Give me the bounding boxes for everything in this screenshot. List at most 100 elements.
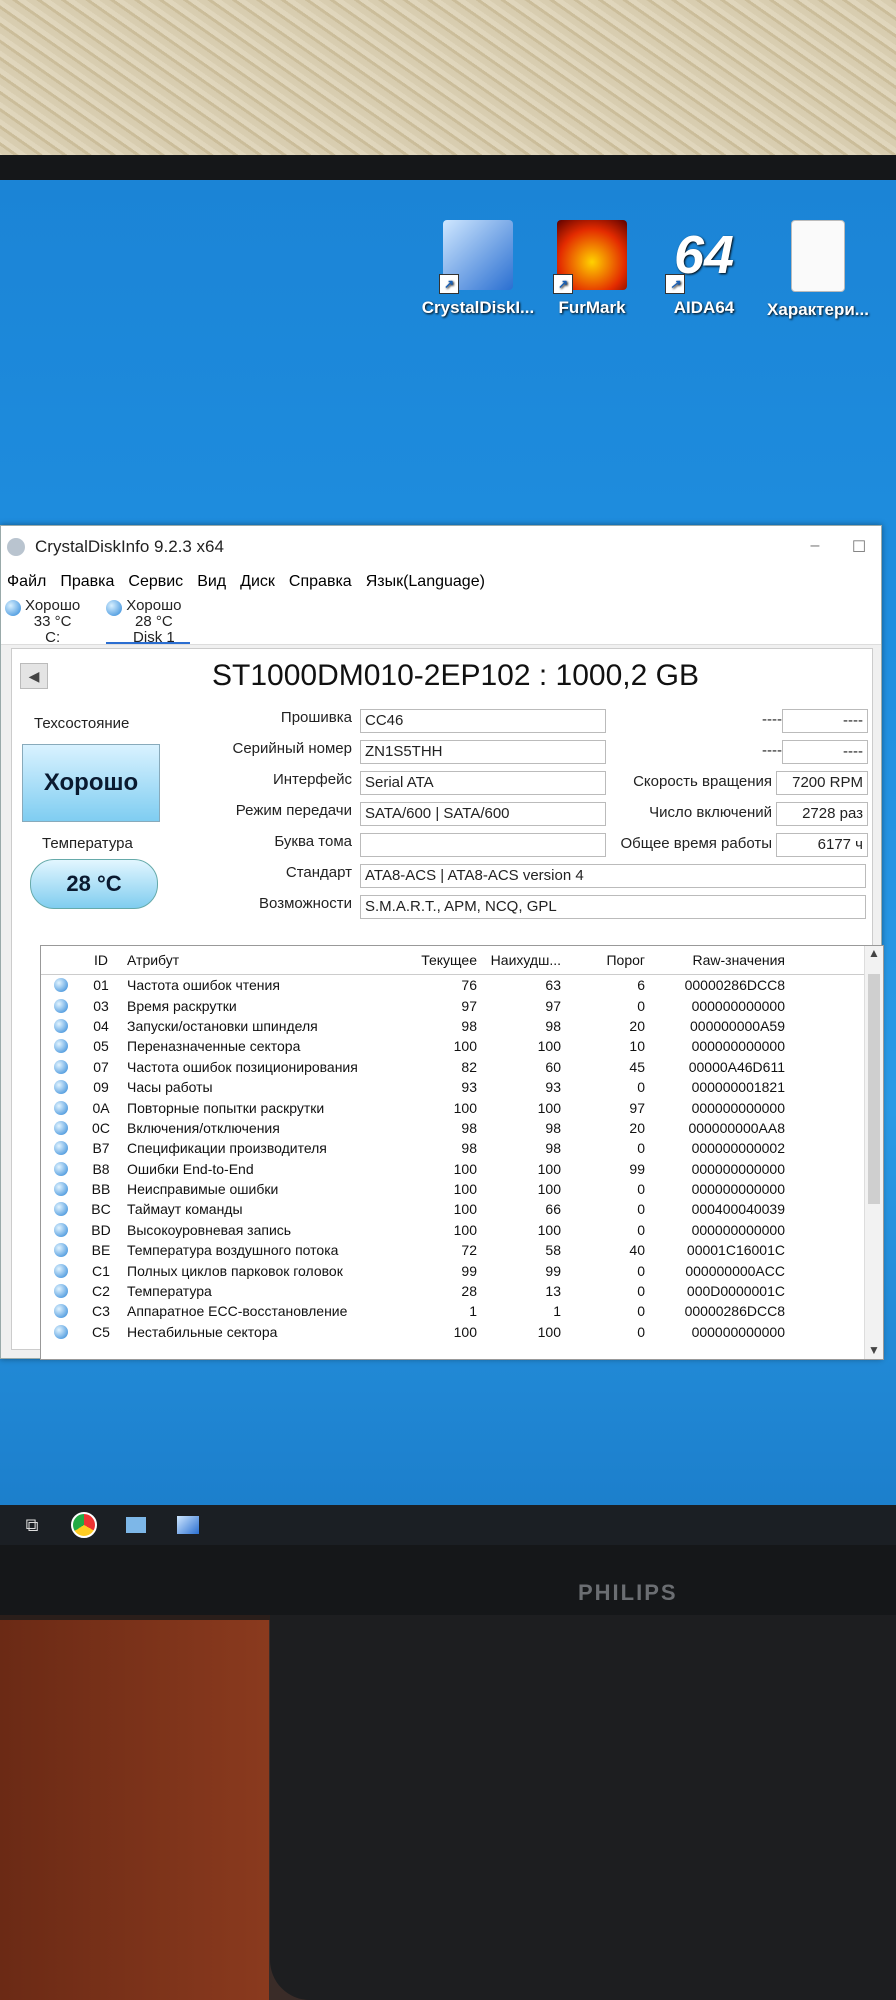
- table-row[interactable]: 03 Время раскрутки 97 97 0 000000000000: [41, 995, 883, 1015]
- temperature-value: 28 °C: [30, 859, 158, 909]
- scroll-down-icon[interactable]: ▼: [865, 1343, 883, 1357]
- disk-tab-c[interactable]: Хорошо 33 °C C:: [5, 596, 88, 646]
- table-row[interactable]: B7 Спецификации производителя 98 98 0 0000000…: [41, 1138, 883, 1158]
- cell-raw: 000000000000: [691, 1038, 785, 1055]
- cell-id: C2: [92, 1283, 110, 1300]
- scroll-up-icon[interactable]: ▲: [865, 946, 883, 960]
- app-taskbar-button[interactable]: [116, 1509, 156, 1541]
- cell-worst: 58: [545, 1242, 561, 1259]
- cell-raw: 000000000ACC: [685, 1262, 785, 1279]
- cell-id: BE: [91, 1242, 111, 1259]
- desktop-icon-label: AIDA64: [673, 298, 735, 317]
- cell-raw: 000000000000: [691, 1160, 785, 1177]
- menu-language[interactable]: Язык(Language): [366, 573, 485, 591]
- cell-id: 09: [93, 1079, 109, 1096]
- monitor-brand: PHILIPS: [578, 1580, 678, 1605]
- cell-threshold: 97: [629, 1099, 645, 1116]
- cell-current: 98: [461, 1140, 477, 1157]
- menu-help[interactable]: Справка: [289, 573, 352, 591]
- crystaldiskinfo-taskbar-button[interactable]: [168, 1509, 208, 1541]
- menu-view[interactable]: Вид: [197, 573, 226, 591]
- monitor-stand: [270, 1615, 896, 2000]
- table-row[interactable]: 0A Повторные попытки раскрутки 100 100 97 000…: [41, 1097, 883, 1117]
- column-header-worst[interactable]: Наихудш...: [477, 952, 561, 968]
- table-row[interactable]: BC Таймаут команды 100 66 0 000400040039: [41, 1199, 883, 1219]
- table-row[interactable]: C1 Полных циклов парковок головок 99 99 0 000…: [41, 1260, 883, 1280]
- cell-threshold: 0: [637, 1283, 645, 1300]
- title-bar[interactable]: CrystalDiskInfo 9.2.3 x64 – ☐: [1, 526, 881, 568]
- cell-name: Нестабильные сектора: [127, 1323, 278, 1340]
- firmware-label: Прошивка: [280, 709, 352, 726]
- table-row[interactable]: C5 Нестабильные сектора 100 100 0 00000000000…: [41, 1322, 883, 1342]
- menu-file[interactable]: Файл: [7, 573, 46, 591]
- cell-raw: 000400040039: [691, 1201, 785, 1218]
- table-row[interactable]: 04 Запуски/остановки шпинделя 98 98 20 000000…: [41, 1016, 883, 1036]
- table-row[interactable]: C3 Аппаратное ECC-восстановление 1 1 0 000002…: [41, 1301, 883, 1321]
- desktop-icon-furmark[interactable]: ↗ FurMark: [532, 220, 652, 318]
- power-count-label: Число включений: [649, 804, 772, 821]
- scrollbar-thumb[interactable]: [868, 974, 880, 1204]
- column-header-id[interactable]: ID: [81, 952, 121, 968]
- cell-threshold: 0: [637, 1181, 645, 1198]
- disk-tab-disk1[interactable]: Хорошо 28 °C Disk 1: [106, 596, 190, 646]
- desktop-icon-document[interactable]: Характери...: [758, 220, 878, 320]
- window-icon: [126, 1517, 146, 1533]
- cell-threshold: 0: [637, 1303, 645, 1320]
- table-row[interactable]: 05 Переназначенные сектора 100 100 10 0000000…: [41, 1036, 883, 1056]
- smart-attributes-table[interactable]: ID Атрибут Текущее Наихудш... Порог Raw-…: [40, 945, 884, 1360]
- taskbar: ⧉: [0, 1505, 896, 1545]
- cell-threshold: 0: [637, 1221, 645, 1238]
- cell-name: Включения/отключения: [127, 1119, 280, 1136]
- menu-edit[interactable]: Правка: [60, 573, 114, 591]
- chrome-icon: [71, 1512, 97, 1538]
- table-row[interactable]: 09 Часы работы 93 93 0 000000001821: [41, 1077, 883, 1097]
- cell-worst: 60: [545, 1058, 561, 1075]
- cell-worst: 100: [537, 1038, 561, 1055]
- cell-current: 100: [453, 1221, 477, 1238]
- column-header-threshold[interactable]: Порог: [561, 952, 645, 968]
- maximize-icon[interactable]: ☐: [837, 537, 881, 557]
- table-row[interactable]: BB Неисправимые ошибки 100 100 0 000000000000: [41, 1179, 883, 1199]
- menu-disk[interactable]: Диск: [240, 573, 275, 591]
- cell-worst: 66: [545, 1201, 561, 1218]
- table-scrollbar[interactable]: ▲ ▼: [864, 946, 883, 1359]
- cell-id: B7: [92, 1140, 110, 1157]
- table-row[interactable]: C2 Температура 28 13 0 000D0000001C: [41, 1281, 883, 1301]
- cell-current: 100: [453, 1160, 477, 1177]
- column-header-current[interactable]: Текущее: [407, 952, 477, 968]
- cell-name: Температура: [127, 1283, 212, 1300]
- cell-id: C3: [92, 1303, 110, 1320]
- cell-raw: 00000286DCC8: [684, 1303, 785, 1320]
- power-hours-label: Общее время работы: [620, 835, 772, 852]
- disk-status: Хорошо: [25, 597, 81, 614]
- table-row[interactable]: B8 Ошибки End-to-End 100 100 99 000000000000: [41, 1159, 883, 1179]
- cell-name: Аппаратное ECC-восстановление: [127, 1303, 348, 1320]
- table-row[interactable]: 01 Частота ошибок чтения 76 63 6 00000286DCC8: [41, 975, 883, 995]
- task-view-icon[interactable]: ⧉: [12, 1509, 52, 1541]
- drive-letter-value: [360, 833, 606, 857]
- menu-service[interactable]: Сервис: [128, 573, 183, 591]
- cell-name: Частота ошибок позиционирования: [127, 1058, 358, 1075]
- cell-id: 05: [93, 1038, 109, 1055]
- table-row[interactable]: BD Высокоуровневая запись 100 100 0 000000000…: [41, 1220, 883, 1240]
- minimize-icon[interactable]: –: [793, 537, 837, 557]
- table-row[interactable]: 07 Частота ошибок позиционирования 82 60 45 0…: [41, 1057, 883, 1077]
- column-header-attribute[interactable]: Атрибут: [121, 952, 407, 968]
- status-good-icon: [41, 998, 81, 1013]
- cell-raw: 00000286DCC8: [684, 977, 785, 994]
- cell-id: C1: [92, 1262, 110, 1279]
- chrome-taskbar-button[interactable]: [64, 1509, 104, 1541]
- standard-value: ATA8-ACS | ATA8-ACS version 4: [360, 864, 866, 888]
- desktop-icon-aida64[interactable]: 64 ↗ AIDA64: [644, 220, 764, 318]
- drive-letter-label: Буква тома: [274, 833, 352, 850]
- table-row[interactable]: BE Температура воздушного потока 72 58 40 000…: [41, 1240, 883, 1260]
- cell-raw: 000000000002: [691, 1140, 785, 1157]
- cell-id: C5: [92, 1323, 110, 1340]
- cell-worst: 13: [545, 1283, 561, 1300]
- previous-disk-button[interactable]: ◀: [20, 663, 48, 689]
- cell-current: 98: [461, 1017, 477, 1034]
- table-row[interactable]: 0C Включения/отключения 98 98 20 000000000AA8: [41, 1118, 883, 1138]
- desktop-icon-crystaldiskinfo[interactable]: ↗ CrystalDiskI...: [418, 220, 538, 318]
- column-header-raw[interactable]: Raw-значения: [645, 952, 789, 968]
- health-status-button[interactable]: Хорошо: [22, 744, 160, 822]
